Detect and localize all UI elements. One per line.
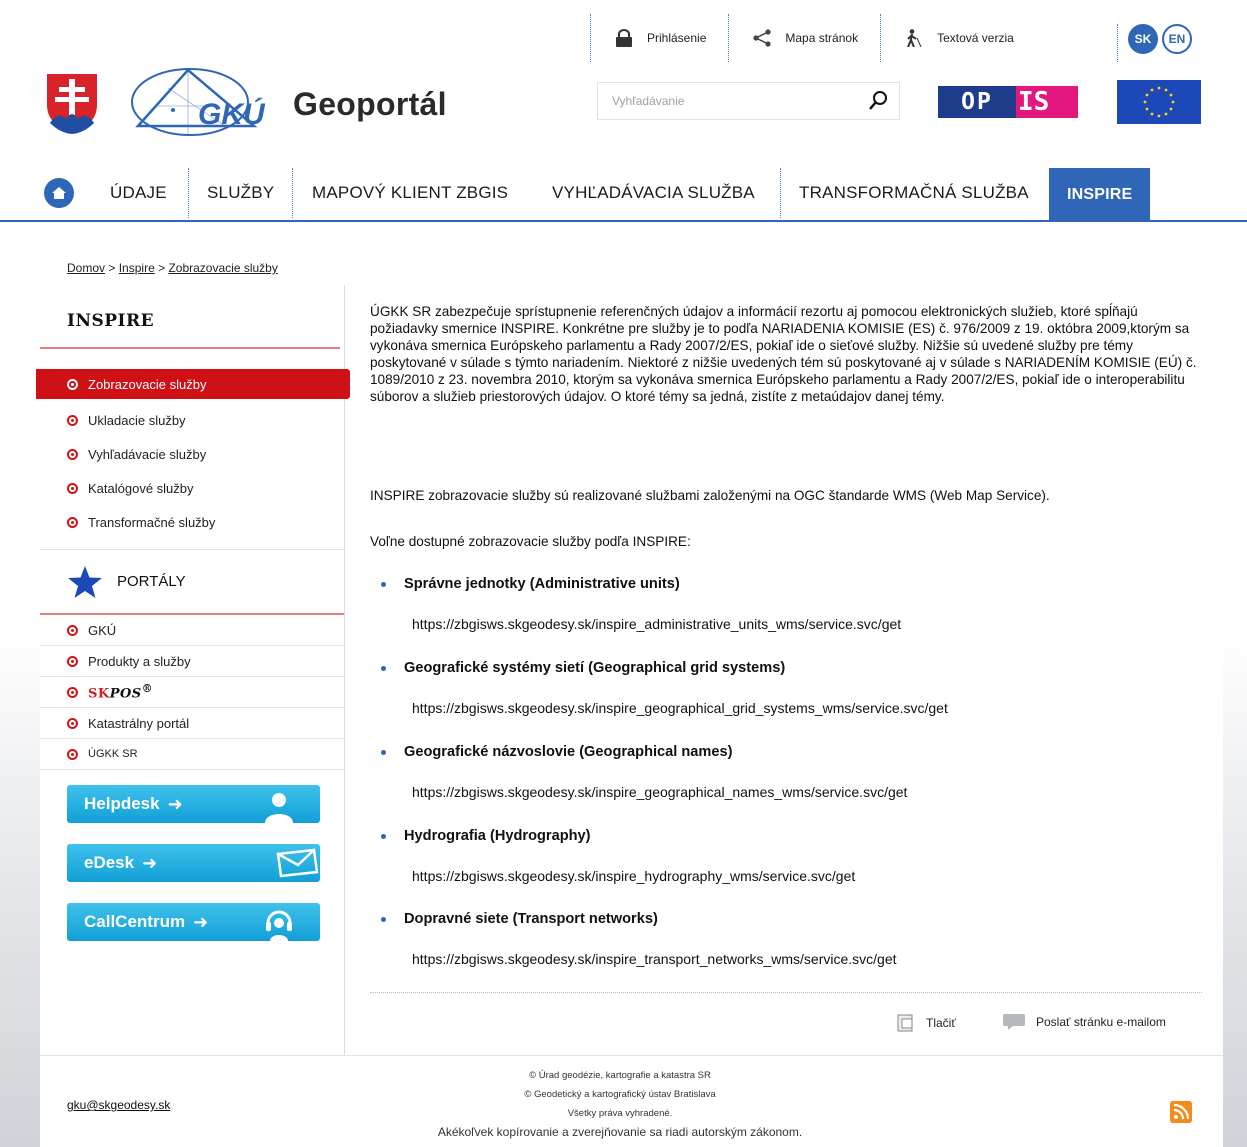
article-paragraph-wms: INSPIRE zobrazovacie služby sú realizova… xyxy=(370,488,1050,503)
login-link[interactable]: Prihlásenie xyxy=(590,14,728,62)
nav-mapovy-klient[interactable]: MAPOVÝ KLIENT ZBGIS xyxy=(312,166,508,220)
callcentrum-button[interactable]: CallCentrum ➜ xyxy=(67,903,320,941)
bullet-icon xyxy=(67,378,78,390)
footer-copyright: © Úrad geodézie, kartografie a katastra … xyxy=(437,1070,803,1139)
edesk-button[interactable]: eDesk ➜ xyxy=(67,844,320,882)
article-divider xyxy=(370,992,1202,993)
opis-logo[interactable]: OP IS xyxy=(938,86,1078,118)
sidebar-item-zobrazovacie[interactable]: Zobrazovacie služby xyxy=(36,369,350,399)
search-box xyxy=(597,82,900,120)
footer-email-link[interactable]: gku@skgeodesy.sk xyxy=(67,1098,170,1112)
helpdesk-button[interactable]: Helpdesk ➜ xyxy=(67,785,320,823)
share-icon xyxy=(753,29,771,47)
sidebar: INSPIRE Zobrazovacie služby Ukladacie sl… xyxy=(36,285,350,1055)
envelope-icon xyxy=(276,848,319,878)
bullet-icon xyxy=(381,666,386,671)
text-version-link[interactable]: Textová verzia xyxy=(880,14,1036,62)
print-icon xyxy=(897,1014,913,1032)
headset-icon xyxy=(266,910,292,941)
bullet-icon xyxy=(67,414,78,426)
service-title: Geografické názvoslovie (Geographical na… xyxy=(370,744,732,761)
eu-flag-logo[interactable] xyxy=(1117,80,1201,124)
sitemap-label: Mapa stránok xyxy=(785,31,859,45)
login-label: Prihlásenie xyxy=(647,31,707,45)
speech-bubble-icon xyxy=(1003,1014,1025,1030)
nav-sluzby[interactable]: SLUŽBY xyxy=(207,166,274,220)
bullet-icon xyxy=(67,686,78,698)
gku-logo-text: GKÚ xyxy=(198,97,266,131)
portal-skpos[interactable]: SKPOS® xyxy=(40,677,344,708)
utility-bar: Prihlásenie Mapa stránok Textová verzia xyxy=(590,14,1036,62)
search-icon[interactable] xyxy=(867,90,889,112)
language-switcher: SK EN xyxy=(1117,24,1192,62)
bullet-icon xyxy=(67,448,78,460)
opis-logo-left: OP xyxy=(961,89,993,115)
star-icon xyxy=(68,565,102,598)
gku-logo[interactable]: GKÚ xyxy=(128,66,270,140)
sidebar-item-vyhladavacie[interactable]: Vyhľadávacie služby xyxy=(40,437,344,471)
lang-sk-button[interactable]: SK xyxy=(1128,24,1158,54)
service-url[interactable]: https://zbgisws.skgeodesy.sk/inspire_geo… xyxy=(412,700,948,717)
bullet-icon xyxy=(381,582,386,587)
sidebar-item-ukladacie[interactable]: Ukladacie služby xyxy=(40,403,344,437)
sitemap-link[interactable]: Mapa stránok xyxy=(728,14,880,62)
skpos-logo: SKPOS® xyxy=(88,682,154,702)
portal-katastralny[interactable]: Katastrálny portál xyxy=(40,708,344,739)
nav-inspire[interactable]: INSPIRE xyxy=(1049,168,1151,222)
service-title: Správne jednotky (Administrative units) xyxy=(370,576,680,593)
home-icon xyxy=(52,187,66,199)
sidebar-item-transformacne[interactable]: Transformačné služby xyxy=(40,505,344,539)
service-url[interactable]: https://zbgisws.skgeodesy.sk/inspire_tra… xyxy=(412,951,897,968)
bullet-icon xyxy=(67,624,78,636)
content-container: Domov > Inspire > Zobrazovacie služby IN… xyxy=(36,249,1223,1147)
portals-list: GKÚ Produkty a služby SKPOS® Katastrálny… xyxy=(40,615,344,770)
site-title[interactable]: Geoportál xyxy=(293,86,447,123)
service-url[interactable]: https://zbgisws.skgeodesy.sk/inspire_geo… xyxy=(412,784,907,801)
article-paragraph-list-intro: Voľne dostupné zobrazovacie služby podľa… xyxy=(370,534,691,549)
service-url[interactable]: https://zbgisws.skgeodesy.sk/inspire_hyd… xyxy=(412,868,855,885)
email-page-link[interactable]: Poslať stránku e-mailom xyxy=(1002,1013,1166,1031)
bullet-icon xyxy=(67,516,78,528)
bullet-icon xyxy=(67,482,78,494)
portals-heading: PORTÁLY xyxy=(40,549,344,615)
rss-icon[interactable] xyxy=(1170,1101,1192,1123)
lock-icon xyxy=(616,29,632,47)
portal-ugkk[interactable]: ÚGKK SR xyxy=(40,739,344,770)
bullet-icon xyxy=(381,834,386,839)
print-link[interactable]: Tlačiť xyxy=(896,1013,956,1033)
breadcrumb-inspire[interactable]: Inspire xyxy=(119,261,155,275)
bullet-icon xyxy=(67,655,78,667)
service-title: Geografické systémy sietí (Geographical … xyxy=(370,660,785,677)
sidebar-menu: Zobrazovacie služby Ukladacie služby Vyh… xyxy=(36,369,350,539)
sidebar-heading: INSPIRE xyxy=(40,285,340,349)
search-input[interactable] xyxy=(612,94,867,108)
breadcrumb: Domov > Inspire > Zobrazovacie služby xyxy=(67,261,278,275)
bullet-icon xyxy=(381,917,386,922)
text-version-label: Textová verzia xyxy=(937,31,1014,45)
service-title: Dopravné siete (Transport networks) xyxy=(370,911,658,928)
user-icon xyxy=(265,793,293,823)
bullet-icon xyxy=(381,750,386,755)
portal-produkty[interactable]: Produkty a služby xyxy=(40,646,344,677)
bullet-icon xyxy=(67,748,78,760)
bullet-icon xyxy=(67,717,78,729)
slovak-coat-of-arms-logo[interactable] xyxy=(44,71,100,135)
footer: gku@skgeodesy.sk © Úrad geodézie, kartog… xyxy=(40,1055,1223,1147)
breadcrumb-current[interactable]: Zobrazovacie služby xyxy=(168,261,277,275)
service-title: Hydrografia (Hydrography) xyxy=(370,828,591,845)
walking-person-icon xyxy=(907,29,922,47)
nav-udaje[interactable]: ÚDAJE xyxy=(110,166,167,220)
home-button[interactable] xyxy=(44,178,74,208)
nav-transformacna-sluzba[interactable]: TRANSFORMAČNÁ SLUŽBA xyxy=(799,166,1029,220)
page: Prihlásenie Mapa stránok Textová verzia … xyxy=(0,0,1247,1147)
lang-en-button[interactable]: EN xyxy=(1162,24,1192,54)
breadcrumb-home[interactable]: Domov xyxy=(67,261,105,275)
opis-logo-right: IS xyxy=(1018,87,1050,117)
portal-gku[interactable]: GKÚ xyxy=(40,615,344,646)
article-intro: ÚGKK SR zabezpečuje sprístupnenie refere… xyxy=(370,304,1197,404)
service-url[interactable]: https://zbgisws.skgeodesy.sk/inspire_adm… xyxy=(412,616,901,633)
sidebar-item-katalogove[interactable]: Katalógové služby xyxy=(40,471,344,505)
nav-vyhladavacia-sluzba[interactable]: VYHĽADÁVACIA SLUŽBA xyxy=(552,166,755,220)
main-navigation: ÚDAJE SLUŽBY MAPOVÝ KLIENT ZBGIS VYHĽADÁ… xyxy=(0,166,1247,222)
